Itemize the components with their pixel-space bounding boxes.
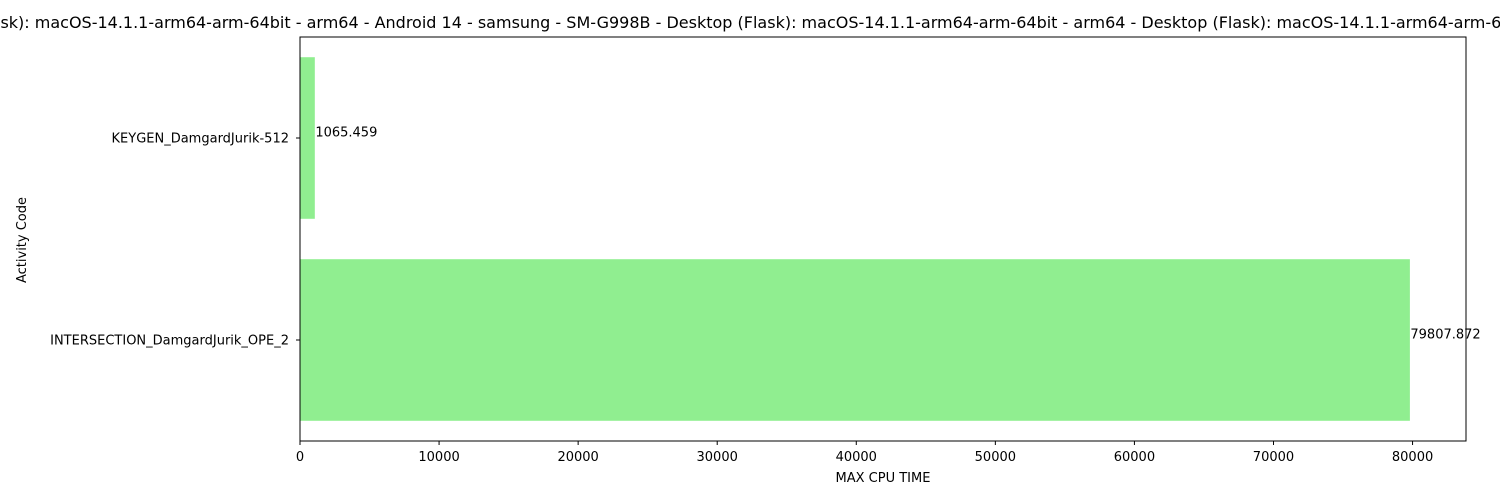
x-tick-label-3: 30000	[697, 450, 738, 465]
bar-1	[300, 259, 1410, 421]
x-tick-label-4: 40000	[836, 450, 877, 465]
y-tick-label-0: KEYGEN_DamgardJurik-512	[112, 132, 289, 147]
bar-chart: Desktop (Flask): macOS-14.1.1-arm64-arm-…	[0, 13, 1500, 486]
x-axis: 0 10000 20000 30000 40000 50000 60000 70000 8000…	[296, 441, 1433, 465]
y-axis-label: Activity Code	[15, 197, 30, 283]
data-label-1: 79807.872	[1410, 328, 1480, 343]
x-tick-label-0: 0	[296, 450, 304, 465]
x-tick-label-8: 80000	[1392, 450, 1433, 465]
x-tick-label-7: 70000	[1253, 450, 1294, 465]
x-axis-label: MAX CPU TIME	[836, 471, 931, 486]
x-tick-label-1: 10000	[418, 450, 459, 465]
bars-layer	[300, 57, 1410, 421]
bar-0	[300, 57, 315, 219]
x-tick-label-2: 20000	[557, 450, 598, 465]
chart-title: Desktop (Flask): macOS-14.1.1-arm64-arm-…	[0, 13, 1500, 32]
y-tick-label-1: INTERSECTION_DamgardJurik_OPE_2	[50, 334, 289, 349]
x-tick-label-6: 60000	[1114, 450, 1155, 465]
x-tick-label-5: 50000	[975, 450, 1016, 465]
y-axis: KEYGEN_DamgardJurik-512 INTERSECTION_Damg…	[50, 132, 300, 349]
data-label-0: 1065.459	[315, 126, 377, 141]
